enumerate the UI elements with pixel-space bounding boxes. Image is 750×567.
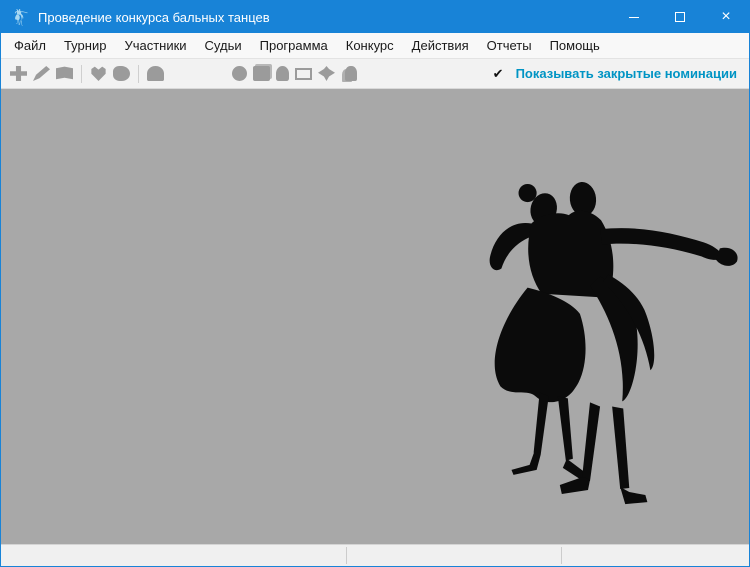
menu-item-tournament[interactable]: Турнир [55, 34, 115, 57]
toolbar-separator [138, 65, 139, 83]
menu-item-help[interactable]: Помощь [541, 34, 609, 57]
window-controls: × [611, 1, 749, 33]
toolbar-right: ✔ Показывать закрытые номинации [493, 66, 743, 82]
wing-icon[interactable] [318, 66, 335, 81]
toolbar: ✔ Показывать закрытые номинации [1, 59, 749, 89]
circle-icon[interactable] [232, 66, 247, 81]
minimize-icon [629, 17, 639, 18]
status-section-3 [562, 545, 749, 566]
window-title: Проведение конкурса бальных танцев [38, 10, 611, 25]
close-button[interactable]: × [703, 1, 749, 33]
menu-item-reports[interactable]: Отчеты [478, 34, 541, 57]
status-bar [1, 544, 749, 566]
title-bar: Проведение конкурса бальных танцев × [1, 1, 749, 33]
add-icon[interactable] [10, 66, 27, 81]
stamp-icon[interactable] [147, 66, 164, 81]
check-icon[interactable]: ✔ [493, 66, 504, 82]
menu-item-actions[interactable]: Действия [403, 34, 478, 57]
minimize-button[interactable] [611, 1, 657, 33]
show-closed-nominations-toggle[interactable]: Показывать закрытые номинации [516, 66, 737, 81]
close-icon: × [721, 9, 730, 25]
open-icon[interactable] [56, 66, 73, 81]
people-icon[interactable] [345, 66, 357, 81]
toolbar-group-stamp [144, 66, 167, 81]
toolbar-group-shapes [87, 66, 133, 81]
dancing-couple-silhouette [439, 159, 741, 519]
maximize-icon [675, 12, 685, 22]
app-icon [10, 7, 30, 27]
menu-item-file[interactable]: Файл [5, 34, 55, 57]
menu-item-judges[interactable]: Судьи [196, 34, 251, 57]
menu-item-program[interactable]: Программа [251, 34, 337, 57]
status-section-2 [347, 545, 561, 566]
menu-bar: Файл Турнир Участники Судьи Программа Ко… [1, 33, 749, 59]
menu-item-contest[interactable]: Конкурс [337, 34, 403, 57]
copy-icon[interactable] [253, 66, 270, 81]
screen-icon[interactable] [295, 68, 312, 80]
toolbar-group-edit [7, 66, 76, 81]
badge-icon[interactable] [90, 66, 107, 81]
status-section-1 [1, 545, 346, 566]
menu-item-participants[interactable]: Участники [115, 34, 195, 57]
edit-icon[interactable] [33, 66, 50, 81]
person-icon[interactable] [276, 66, 289, 81]
client-area [1, 89, 749, 544]
toolbar-group-objects [229, 66, 360, 81]
shape-icon[interactable] [113, 66, 130, 81]
toolbar-separator [81, 65, 82, 83]
app-window: Проведение конкурса бальных танцев × Фай… [0, 0, 750, 567]
maximize-button[interactable] [657, 1, 703, 33]
